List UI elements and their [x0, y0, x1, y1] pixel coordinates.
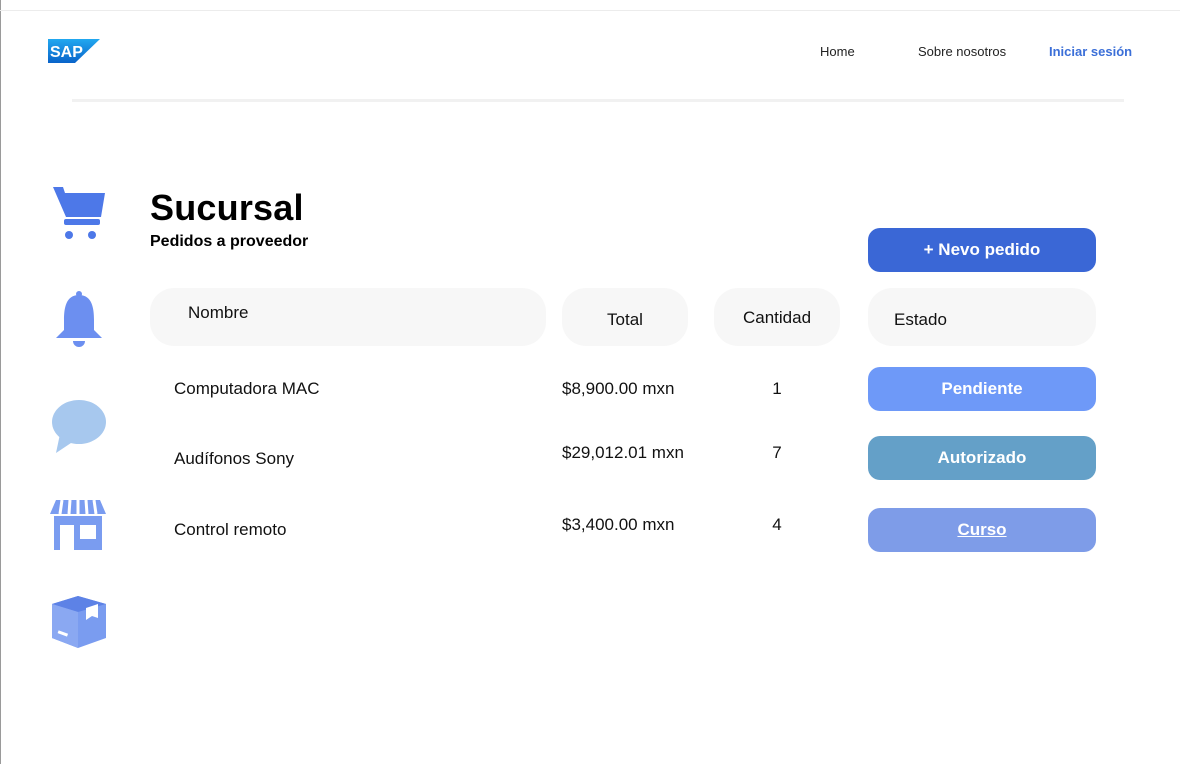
window-border-top: [0, 10, 1180, 11]
page-title: Sucursal: [150, 187, 304, 228]
box-icon[interactable]: [50, 594, 110, 654]
column-header-quantity: Cantidad: [714, 288, 840, 346]
nav-home-link[interactable]: Home: [820, 44, 855, 59]
row-3-name: Control remoto: [174, 520, 287, 539]
row-1-total: $8,900.00 mxn: [562, 379, 675, 398]
cart-icon[interactable]: [50, 185, 110, 245]
row-2-quantity: 7: [772, 443, 782, 462]
row-2-total: $29,012.01 mxn: [562, 443, 684, 462]
page-subtitle: Pedidos a proveedor: [150, 233, 309, 250]
row-1-quantity: 1: [772, 379, 782, 398]
column-header-total: Total: [562, 288, 688, 346]
column-header-status: Estado: [868, 288, 1096, 346]
row-3-quantity: 4: [772, 515, 782, 534]
row-1-status-button[interactable]: Pendiente: [868, 367, 1096, 411]
svg-text:SAP: SAP: [50, 44, 83, 61]
chat-icon[interactable]: [50, 398, 110, 458]
store-icon[interactable]: [50, 498, 110, 558]
row-2-name: Audífonos Sony: [174, 449, 295, 468]
row-2-status-button[interactable]: Autorizado: [868, 436, 1096, 480]
sap-logo[interactable]: SAP: [48, 39, 100, 68]
row-3-status-link[interactable]: Curso: [868, 508, 1096, 552]
row-1-name: Computadora MAC: [174, 379, 320, 398]
new-order-button[interactable]: + Nevo pedido: [868, 228, 1096, 272]
row-3-total: $3,400.00 mxn: [562, 515, 675, 534]
column-header-name: Nombre: [150, 288, 546, 346]
header-divider: [72, 99, 1124, 102]
window-border-left: [0, 0, 1, 764]
nav-login-link[interactable]: Iniciar sesión: [1049, 44, 1132, 59]
bell-icon[interactable]: [50, 290, 110, 350]
nav-about-link[interactable]: Sobre nosotros: [918, 44, 1006, 59]
